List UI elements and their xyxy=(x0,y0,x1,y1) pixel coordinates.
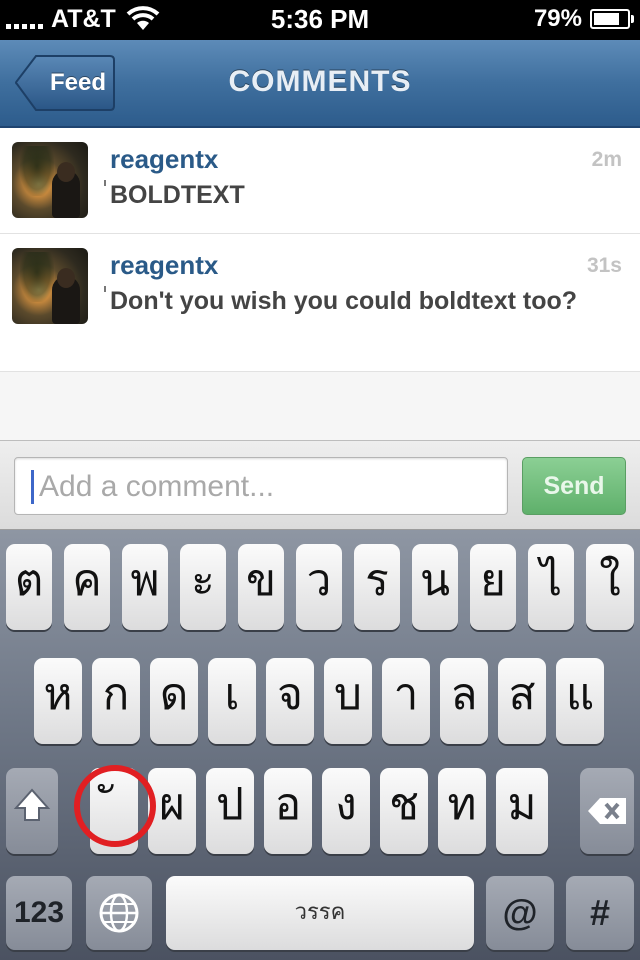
back-button-label: Feed xyxy=(49,69,106,96)
battery-percent: 79% xyxy=(533,5,582,32)
key[interactable]: ด xyxy=(150,658,198,744)
key[interactable]: ย xyxy=(470,544,516,630)
avatar-tree xyxy=(20,146,54,196)
text-tick xyxy=(104,180,106,186)
key[interactable]: ล xyxy=(440,658,488,744)
key[interactable]: เ xyxy=(208,658,256,744)
comment-input-bar: Add a comment... Send xyxy=(0,440,640,530)
key[interactable]: ว xyxy=(296,544,342,630)
numbers-key[interactable]: 123 xyxy=(6,876,72,950)
key[interactable]: ท xyxy=(438,768,486,854)
key[interactable]: ช xyxy=(380,768,428,854)
key[interactable]: พ xyxy=(122,544,168,630)
key[interactable]: ห xyxy=(34,658,82,744)
key[interactable]: แ xyxy=(556,658,604,744)
comment-text: Don't you wish you could boldtext too? xyxy=(110,287,578,315)
comment-username[interactable]: reagentx xyxy=(110,144,218,175)
comments-list: reagentx 2m BOLDTEXT reagentx 31s Don't … xyxy=(0,128,640,440)
key[interactable]: ค xyxy=(64,544,110,630)
comment-time: 2m xyxy=(591,148,622,171)
avatar[interactable] xyxy=(12,248,88,324)
avatar[interactable] xyxy=(12,142,88,218)
key[interactable]: ต xyxy=(6,544,52,630)
text-tick xyxy=(104,286,106,292)
backspace-icon xyxy=(588,798,626,824)
avatar-head xyxy=(57,162,75,182)
avatar-head xyxy=(57,268,75,288)
send-button[interactable]: Send xyxy=(522,457,626,515)
key[interactable]: ใ xyxy=(586,544,634,630)
comment-input[interactable]: Add a comment... xyxy=(14,457,508,515)
back-button[interactable]: Feed xyxy=(14,54,116,112)
status-right: 79% xyxy=(533,5,634,33)
key[interactable]: ป xyxy=(206,768,254,854)
backspace-key[interactable] xyxy=(580,768,634,854)
globe-key[interactable] xyxy=(86,876,152,950)
key[interactable]: อ xyxy=(264,768,312,854)
keyboard: ต ค พ ะ ข ว ร น ย ไ ใ ห ก ด เ จ บ า ล ส … xyxy=(0,530,640,960)
key[interactable]: ส xyxy=(498,658,546,744)
key[interactable]: บ xyxy=(324,658,372,744)
comment-item: reagentx 31s Don't you wish you could bo… xyxy=(0,234,640,372)
space-key[interactable]: วรรค xyxy=(166,876,474,950)
status-bar: AT&T 5:36 PM 79% xyxy=(0,0,640,40)
key[interactable]: ข xyxy=(238,544,284,630)
key[interactable]: ก xyxy=(92,658,140,744)
battery-fill xyxy=(594,13,620,25)
key[interactable]: ร xyxy=(354,544,400,630)
key[interactable]: ม xyxy=(496,768,548,854)
key[interactable]: น xyxy=(412,544,458,630)
battery-icon xyxy=(590,9,634,29)
shift-key[interactable] xyxy=(6,768,58,854)
globe-icon xyxy=(99,893,139,933)
highlight-circle xyxy=(74,765,156,847)
comment-username[interactable]: reagentx xyxy=(110,250,218,281)
key[interactable]: า xyxy=(382,658,430,744)
comment-item: reagentx 2m BOLDTEXT xyxy=(0,128,640,234)
comment-placeholder: Add a comment... xyxy=(39,470,275,503)
hash-key[interactable]: # xyxy=(566,876,634,950)
text-caret xyxy=(31,470,34,504)
shift-icon xyxy=(13,788,51,821)
key[interactable]: ไ xyxy=(528,544,574,630)
key[interactable]: ะ xyxy=(180,544,226,630)
comment-time: 31s xyxy=(586,254,622,277)
at-key[interactable]: @ xyxy=(486,876,554,950)
key[interactable]: จ xyxy=(266,658,314,744)
comment-text: BOLDTEXT xyxy=(110,181,245,209)
avatar-tree xyxy=(20,252,54,302)
nav-bar: COMMENTS Feed xyxy=(0,40,640,128)
key[interactable]: ง xyxy=(322,768,370,854)
